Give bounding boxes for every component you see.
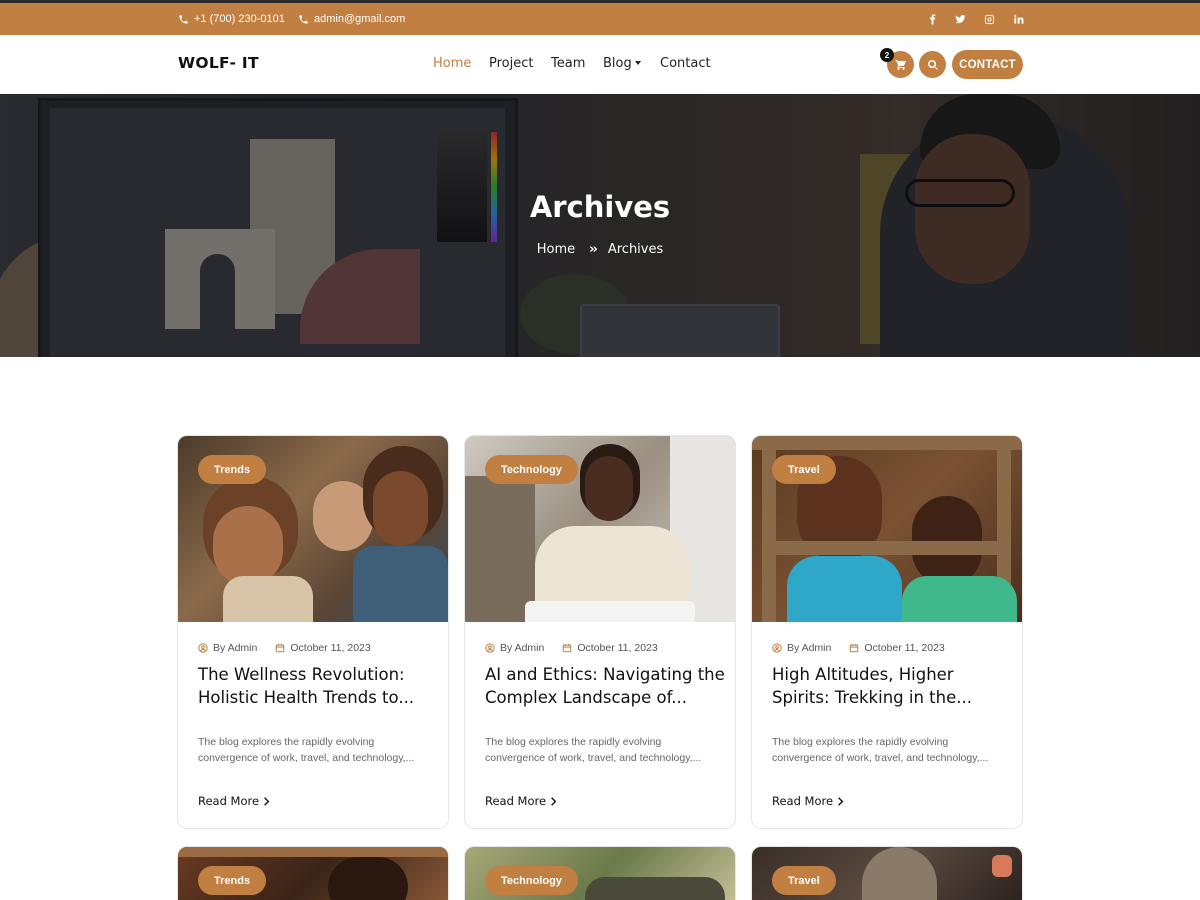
- post-date-wrap: October 11, 2023: [849, 642, 945, 654]
- phone-number: +1 (700) 230-0101: [194, 13, 285, 25]
- post-meta: By Admin October 11, 2023: [772, 642, 945, 654]
- facebook-icon: [929, 13, 935, 25]
- post-card: Travel: [751, 846, 1023, 900]
- image-shape: [787, 556, 902, 622]
- user-icon: [772, 643, 782, 653]
- linkedin-link[interactable]: [1008, 3, 1028, 35]
- phone-icon: [299, 14, 308, 24]
- read-more-label: Read More: [772, 794, 834, 808]
- category-tag[interactable]: Trends: [198, 455, 267, 484]
- email-address: admin@gmail.com: [314, 13, 406, 25]
- post-date: October 11, 2023: [864, 642, 945, 654]
- image-shape: [776, 541, 997, 555]
- post-date: October 11, 2023: [577, 642, 658, 654]
- category-tag[interactable]: Technology: [485, 866, 578, 895]
- category-tag[interactable]: Travel: [772, 455, 836, 484]
- post-title[interactable]: High Altitudes, Higher Spirits: Trekking…: [772, 663, 1012, 709]
- post-title[interactable]: The Wellness Revolution: Holistic Health…: [198, 663, 438, 709]
- image-shape: [585, 877, 725, 900]
- page-title: Archives: [529, 190, 671, 224]
- breadcrumb-home[interactable]: Home: [537, 242, 575, 257]
- navbar: WOLF- IT Home Project Team Blog Contact …: [0, 35, 1200, 94]
- calendar-icon: [850, 643, 859, 653]
- post-date-wrap: October 11, 2023: [562, 642, 658, 654]
- image-shape: [902, 576, 1017, 622]
- chevron-right-icon: [551, 796, 557, 806]
- image-shape: [525, 601, 695, 622]
- post-excerpt: The blog explores the rapidly evolving c…: [485, 736, 702, 764]
- breadcrumb-current: Archives: [607, 242, 664, 257]
- chevron-right-icon: [838, 796, 844, 806]
- category-tag[interactable]: Trends: [198, 866, 267, 895]
- post-author[interactable]: By Admin: [213, 642, 257, 654]
- post-card: Technology By Admin October 11, 2023 AI …: [464, 435, 736, 829]
- category-tag[interactable]: Travel: [772, 866, 836, 895]
- post-meta: By Admin October 11, 2023: [198, 642, 371, 654]
- read-more-link[interactable]: Read More: [485, 794, 557, 808]
- image-shape: [328, 857, 408, 900]
- twitter-link[interactable]: [950, 3, 970, 35]
- site-logo[interactable]: WOLF- IT: [178, 54, 259, 72]
- read-more-link[interactable]: Read More: [198, 794, 270, 808]
- hero-overlay: [0, 94, 1200, 357]
- double-chevron-right-icon: ››: [589, 242, 598, 257]
- search-icon: [927, 59, 938, 70]
- nav-team[interactable]: Team: [551, 56, 585, 71]
- read-more-label: Read More: [198, 794, 260, 808]
- instagram-link[interactable]: [979, 3, 999, 35]
- category-tag[interactable]: Technology: [485, 455, 578, 484]
- post-excerpt: The blog explores the rapidly evolving c…: [198, 736, 415, 764]
- breadcrumb: Home ›› Archives: [0, 242, 1200, 257]
- post-title[interactable]: AI and Ethics: Navigating the Complex La…: [485, 663, 725, 709]
- image-shape: [373, 471, 428, 546]
- facebook-link[interactable]: [922, 3, 942, 35]
- image-shape: [353, 546, 448, 622]
- image-shape: [178, 847, 448, 857]
- image-shape: [465, 476, 535, 622]
- caret-down-icon: [634, 60, 641, 65]
- cart-icon: [895, 59, 906, 70]
- calendar-icon: [276, 643, 285, 653]
- read-more-link[interactable]: Read More: [772, 794, 844, 808]
- post-card: Technology: [464, 846, 736, 900]
- phone-link[interactable]: +1 (700) 230-0101: [178, 3, 285, 35]
- linkedin-icon: [1013, 14, 1023, 24]
- nav-project[interactable]: Project: [489, 56, 533, 71]
- hero-banner: Archives Home ›› Archives: [0, 94, 1200, 357]
- nav-contact[interactable]: Contact: [660, 56, 711, 71]
- image-shape: [992, 855, 1012, 877]
- twitter-icon: [954, 14, 966, 23]
- post-author[interactable]: By Admin: [787, 642, 831, 654]
- post-excerpt: The blog explores the rapidly evolving c…: [772, 736, 989, 764]
- image-shape: [752, 436, 1022, 450]
- image-shape: [862, 847, 937, 900]
- phone-icon: [179, 14, 188, 24]
- post-date: October 11, 2023: [290, 642, 371, 654]
- chevron-right-icon: [264, 796, 270, 806]
- search-button[interactable]: [919, 51, 946, 78]
- instagram-icon: [984, 14, 994, 24]
- user-icon: [485, 643, 495, 653]
- read-more-label: Read More: [485, 794, 547, 808]
- image-shape: [585, 456, 633, 521]
- post-meta: By Admin October 11, 2023: [485, 642, 658, 654]
- image-shape: [223, 576, 313, 622]
- image-shape: [213, 506, 283, 586]
- post-card: Trends By Admin October 11, 2023 The Wel…: [177, 435, 449, 829]
- post-card: Trends: [177, 846, 449, 900]
- post-card: Travel By Admin October 11, 2023 High Al…: [751, 435, 1023, 829]
- email-link[interactable]: admin@gmail.com: [298, 3, 405, 35]
- calendar-icon: [563, 643, 572, 653]
- topbar: +1 (700) 230-0101 admin@gmail.com: [0, 3, 1200, 35]
- cart-count-badge: 2: [880, 48, 894, 62]
- contact-button[interactable]: CONTACT: [952, 50, 1023, 79]
- nav-blog-dropdown[interactable]: Blog: [603, 56, 641, 71]
- post-author[interactable]: By Admin: [500, 642, 544, 654]
- user-icon: [198, 643, 208, 653]
- nav-blog-label: Blog: [603, 56, 632, 71]
- post-date-wrap: October 11, 2023: [275, 642, 371, 654]
- nav-home[interactable]: Home: [433, 56, 471, 71]
